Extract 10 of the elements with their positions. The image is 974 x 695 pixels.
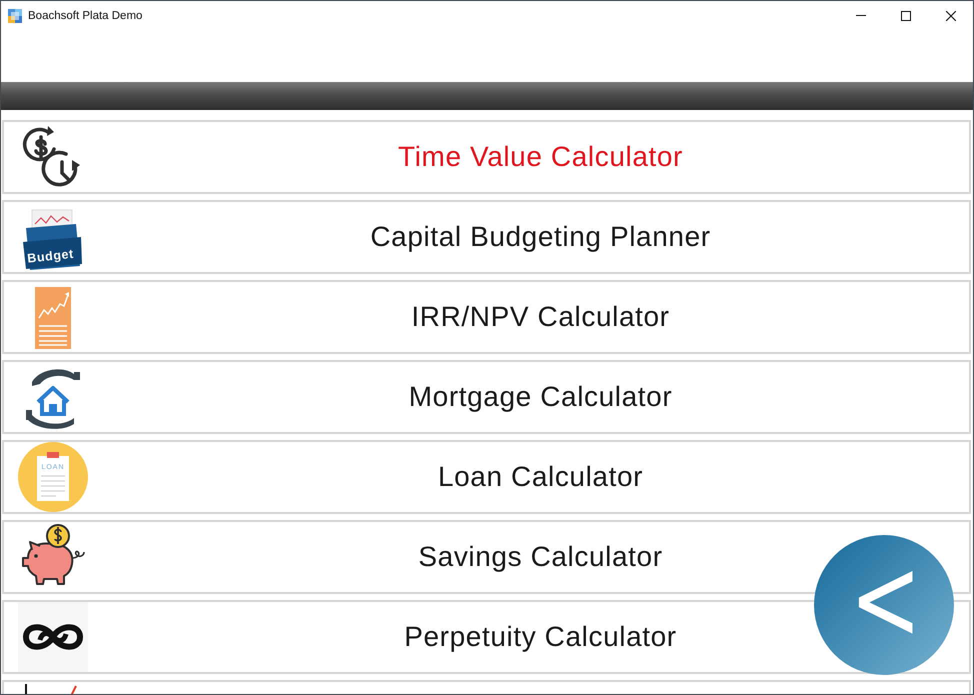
maximize-icon bbox=[900, 10, 910, 20]
menu-item[interactable]: Mortgage Calculator bbox=[2, 360, 971, 434]
app-icon bbox=[8, 8, 22, 22]
menu-item[interactable]: Budget Capital Budgeting Planner bbox=[2, 200, 971, 274]
menu-item[interactable]: IRR/NPV Calculator bbox=[2, 280, 971, 354]
window-title: Boachsoft Plata Demo bbox=[28, 10, 142, 22]
minimize-icon bbox=[856, 15, 866, 16]
infinity-icon bbox=[18, 602, 88, 672]
menu-item[interactable]: Time Value Calculator bbox=[2, 120, 971, 194]
close-icon bbox=[946, 10, 956, 20]
